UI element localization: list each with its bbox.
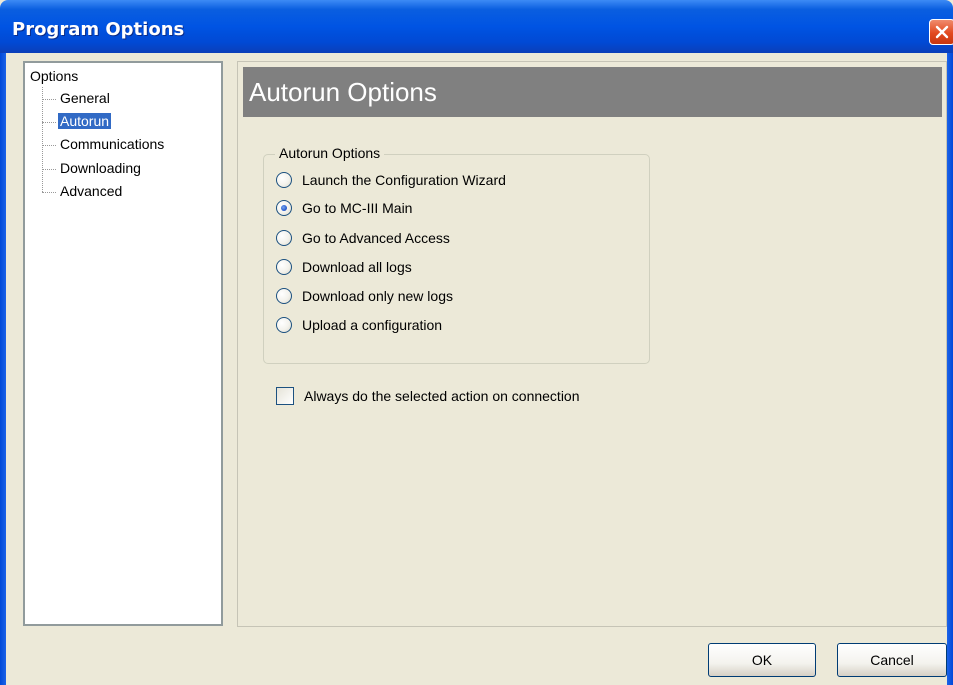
group-title: Autorun Options xyxy=(275,145,385,161)
radio-label: Download all logs xyxy=(302,259,412,275)
tree-item-label: Advanced xyxy=(60,183,123,199)
cancel-button[interactable]: Cancel xyxy=(837,643,947,677)
window-frame-right xyxy=(947,53,953,685)
radio-button[interactable] xyxy=(276,317,292,333)
tree-item-label: Communications xyxy=(60,136,165,152)
tree-branch-line xyxy=(42,169,56,170)
radio-button[interactable] xyxy=(276,230,292,246)
radio-label: Upload a configuration xyxy=(302,317,443,333)
radio-button[interactable] xyxy=(276,172,292,188)
tree-branch-line xyxy=(42,99,56,100)
radio-button[interactable] xyxy=(276,259,292,275)
radio-label: Download only new logs xyxy=(302,288,453,304)
tree-item-label: Autorun xyxy=(56,112,113,130)
tree-branch-line xyxy=(42,145,56,146)
radio-label: Go to Advanced Access xyxy=(302,230,450,246)
close-button[interactable] xyxy=(929,19,953,45)
always-do-selected-checkbox[interactable] xyxy=(276,387,294,405)
program-options-dialog: Program Options Options General Autorun … xyxy=(0,0,953,685)
radio-label: Go to MC-III Main xyxy=(302,200,413,216)
radio-button[interactable] xyxy=(276,288,292,304)
radio-label: Launch the Configuration Wizard xyxy=(302,172,506,188)
checkbox-label: Always do the selected action on connect… xyxy=(304,388,580,404)
window-title: Program Options xyxy=(12,19,185,40)
tree-item-label: Downloading xyxy=(60,160,141,176)
window-frame-left xyxy=(0,53,6,685)
ok-button[interactable]: OK xyxy=(708,643,816,677)
tree-root-options[interactable]: Options xyxy=(30,68,78,84)
panel-header-title: Autorun Options xyxy=(249,77,437,107)
tree-branch-line xyxy=(42,192,56,193)
panel-header: Autorun Options xyxy=(243,67,942,117)
close-icon xyxy=(935,25,949,39)
radio-button[interactable] xyxy=(276,200,292,216)
tree-connector xyxy=(42,87,43,192)
tree-branch-line xyxy=(42,122,56,123)
tree-item-label: General xyxy=(60,90,110,106)
title-bar[interactable]: Program Options xyxy=(0,0,953,53)
options-tree[interactable]: Options General Autorun Communications D… xyxy=(23,61,223,626)
